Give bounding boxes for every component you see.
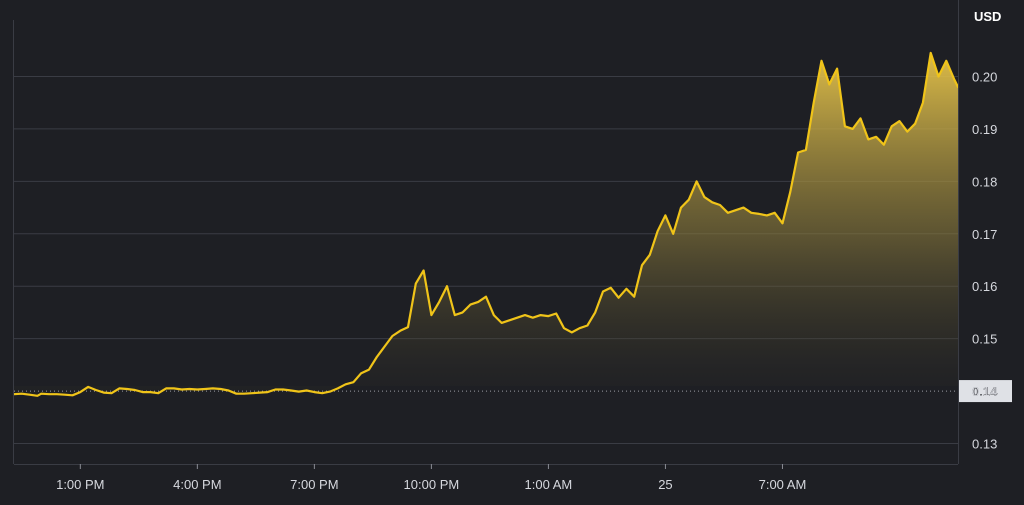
y-tick-label: 0.19 — [972, 122, 997, 137]
x-tick-label: 7:00 PM — [290, 477, 338, 492]
x-tick-label: 4:00 PM — [173, 477, 221, 492]
y-tick-label: 0.20 — [972, 70, 997, 85]
price-chart-svg: 0.14 0.130.140.150.160.170.180.190.201:0… — [12, 0, 1012, 492]
x-tick-label: 25 — [658, 477, 672, 492]
y-axis-unit-label: USD — [974, 9, 1001, 24]
y-tick-label: 0.15 — [972, 332, 997, 347]
x-tick-label: 1:00 PM — [56, 477, 104, 492]
y-tick-label: 0.18 — [972, 174, 997, 189]
x-tick-label: 1:00 AM — [525, 477, 573, 492]
y-tick-label: 0.14 — [972, 384, 997, 399]
y-tick-label: 0.17 — [972, 227, 997, 242]
price-area-fill — [14, 52, 958, 396]
x-tick-label: 7:00 AM — [759, 477, 807, 492]
x-tick-label: 10:00 PM — [404, 477, 460, 492]
y-tick-label: 0.16 — [972, 279, 997, 294]
y-tick-label: 0.13 — [972, 437, 997, 452]
price-area — [14, 52, 958, 396]
price-chart: 0.14 0.13 0.14 0.15 0.16 0.17 0.18 0.19 0.20 1:0… — [0, 0, 1024, 505]
